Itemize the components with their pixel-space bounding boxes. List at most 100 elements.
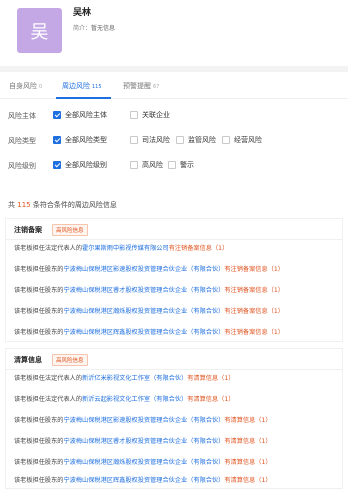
option-label: 警示 bbox=[180, 161, 194, 169]
risk-item: 该老板担任法定代表人的新沂云起影视文化工作室（有限合伙）有清算信息（1） bbox=[14, 394, 235, 403]
risk-tabs: 自身风险 0 周边风险 115 预警提醒 67 bbox=[0, 72, 348, 99]
checkbox-related-companies[interactable]: 关联企业 bbox=[130, 110, 170, 120]
item-prefix: 该老板担任法定代表人的 bbox=[14, 245, 83, 252]
company-link[interactable]: 宁波梅山保税港区瀚烁股权投资管理合伙企业（有限合伙） bbox=[64, 308, 225, 315]
section-title: 注销备案 bbox=[14, 226, 42, 234]
filter-label: 风险主体 bbox=[8, 112, 36, 120]
checkbox-icon bbox=[53, 161, 61, 169]
checkbox-icon bbox=[130, 136, 138, 144]
checkbox-operating-risk[interactable]: 经营风险 bbox=[222, 135, 262, 145]
item-prefix: 该老板担任股东的 bbox=[14, 308, 64, 315]
company-link[interactable]: 霍尔果斯雨中影视传媒有限公司 bbox=[82, 245, 169, 252]
tab-label: 周边风险 bbox=[62, 82, 90, 90]
item-prefix: 该老板担任股东的 bbox=[14, 417, 64, 424]
risk-status[interactable]: 有注销备案信息（1） bbox=[169, 245, 229, 252]
risk-status[interactable]: 有清算信息（1） bbox=[224, 417, 271, 424]
item-prefix: 该老板担任法定代表人的 bbox=[14, 375, 83, 382]
risk-status[interactable]: 有注销备案信息（1） bbox=[224, 308, 284, 315]
item-prefix: 该老板担任法定代表人的 bbox=[14, 396, 83, 403]
high-risk-badge: 高风险信息 bbox=[52, 224, 88, 236]
checkbox-warning[interactable]: 警示 bbox=[168, 160, 194, 170]
filter-risk-subject: 风险主体 全部风险主体 关联企业 bbox=[8, 110, 343, 122]
risk-status[interactable]: 有清算信息（1） bbox=[187, 396, 234, 403]
risk-item: 该老板担任股东的宁波梅山保税港区瀚烁股权投资管理合伙企业（有限合伙）有清算信息（… bbox=[14, 457, 272, 466]
checkbox-icon bbox=[176, 136, 184, 144]
summary-count: 115 bbox=[17, 201, 31, 209]
checkbox-icon bbox=[222, 136, 230, 144]
intro-value: 暂无信息 bbox=[91, 25, 116, 32]
item-prefix: 该老板担任股东的 bbox=[14, 438, 64, 445]
company-link[interactable]: 宁波梅山保税港区影速股权投资管理合伙企业（有限合伙） bbox=[64, 417, 225, 424]
risk-item: 该老板担任股东的宁波梅山保税港区辉鑫股权投资管理合伙企业（有限合伙）有清算信息（… bbox=[14, 475, 272, 484]
tab-label: 预警提醒 bbox=[123, 82, 151, 90]
company-link[interactable]: 宁波梅山保税港区瀚烁股权投资管理合伙企业（有限合伙） bbox=[64, 459, 225, 466]
option-label: 全部风险类型 bbox=[65, 136, 107, 144]
item-prefix: 该老板担任股东的 bbox=[14, 287, 64, 294]
section-title: 清算信息 bbox=[14, 356, 42, 364]
option-label: 全部风险主体 bbox=[65, 111, 107, 119]
risk-status[interactable]: 有清算信息（1） bbox=[224, 438, 271, 445]
high-risk-badge: 高风险信息 bbox=[52, 354, 88, 366]
option-label: 关联企业 bbox=[142, 111, 170, 119]
option-label: 经营风险 bbox=[234, 136, 262, 144]
tab-count: 115 bbox=[92, 84, 102, 90]
checkbox-all-types[interactable]: 全部风险类型 bbox=[53, 135, 107, 145]
risk-item: 该老板担任股东的宁波梅山保税港区辉鑫股权投资管理合伙企业（有限合伙）有注销备案信… bbox=[14, 327, 284, 336]
tab-warning[interactable]: 预警提醒 67 bbox=[123, 81, 159, 91]
risk-status[interactable]: 有注销备案信息（1） bbox=[224, 287, 284, 294]
summary-suffix: 条符合条件的周边风险信息 bbox=[32, 201, 117, 209]
risk-status[interactable]: 有清算信息（1） bbox=[224, 477, 271, 484]
filter-risk-type: 风险类型 全部风险类型 司法风险 监管风险 经营风险 bbox=[8, 135, 343, 147]
option-label: 司法风险 bbox=[142, 136, 170, 144]
filter-label: 风险类型 bbox=[8, 137, 36, 145]
risk-item: 该老板担任法定代表人的新沂亿米影视文化工作室（有限合伙）有清算信息（1） bbox=[14, 373, 235, 382]
item-prefix: 该老板担任股东的 bbox=[14, 266, 64, 273]
risk-status[interactable]: 有注销备案信息（1） bbox=[224, 329, 284, 336]
checkbox-regulatory-risk[interactable]: 监管风险 bbox=[176, 135, 216, 145]
risk-item: 该老板担任股东的宁波梅山保税港区睿才股权投资管理合伙企业（有限合伙）有注销备案信… bbox=[14, 285, 284, 294]
section-liquidation-info: 清算信息 高风险信息 该老板担任法定代表人的新沂亿米影视文化工作室（有限合伙）有… bbox=[5, 348, 343, 489]
tab-surrounding-risk[interactable]: 周边风险 115 bbox=[62, 81, 102, 91]
active-tab-indicator bbox=[56, 97, 111, 99]
risk-status[interactable]: 有清算信息（1） bbox=[224, 459, 271, 466]
tab-label: 自身风险 bbox=[9, 82, 37, 90]
tab-count: 0 bbox=[39, 84, 43, 90]
option-label: 监管风险 bbox=[188, 136, 216, 144]
company-link[interactable]: 宁波梅山保税港区辉鑫股权投资管理合伙企业（有限合伙） bbox=[64, 329, 225, 336]
risk-status[interactable]: 有注销备案信息（1） bbox=[224, 266, 284, 273]
option-label: 高风险 bbox=[142, 161, 163, 169]
profile-header: 吴 吴林 简介：暂无信息 bbox=[0, 0, 348, 69]
avatar: 吴 bbox=[17, 8, 62, 53]
checkbox-judicial-risk[interactable]: 司法风险 bbox=[130, 135, 170, 145]
checkbox-icon bbox=[130, 161, 138, 169]
divider bbox=[6, 239, 342, 240]
item-prefix: 该老板担任股东的 bbox=[14, 459, 64, 466]
checkbox-icon bbox=[168, 161, 176, 169]
risk-item: 该老板担任股东的宁波梅山保税港区影速股权投资管理合伙企业（有限合伙）有注销备案信… bbox=[14, 264, 284, 273]
intro-label: 简介： bbox=[73, 25, 92, 32]
risk-status[interactable]: 有清算信息（1） bbox=[187, 375, 234, 382]
tab-count: 67 bbox=[153, 84, 160, 90]
company-link[interactable]: 宁波梅山保税港区睿才股权投资管理合伙企业（有限合伙） bbox=[64, 287, 225, 294]
checkbox-icon bbox=[53, 136, 61, 144]
risk-item: 该老板担任法定代表人的霍尔果斯雨中影视传媒有限公司有注销备案信息（1） bbox=[14, 243, 228, 252]
person-name: 吴林 bbox=[73, 8, 92, 18]
risk-item: 该老板担任股东的宁波梅山保税港区瀚烁股权投资管理合伙企业（有限合伙）有注销备案信… bbox=[14, 306, 284, 315]
checkbox-high-risk[interactable]: 高风险 bbox=[130, 160, 163, 170]
filter-risk-level: 风险级别 全部风险级别 高风险 警示 bbox=[8, 160, 343, 172]
result-summary: 共 115 条符合条件的周边风险信息 bbox=[8, 200, 117, 210]
option-label: 全部风险级别 bbox=[65, 161, 107, 169]
company-link[interactable]: 宁波梅山保税港区辉鑫股权投资管理合伙企业（有限合伙） bbox=[64, 477, 225, 484]
checkbox-icon bbox=[53, 111, 61, 119]
company-link[interactable]: 新沂亿米影视文化工作室（有限合伙） bbox=[82, 375, 187, 382]
checkbox-all-levels[interactable]: 全部风险级别 bbox=[53, 160, 107, 170]
item-prefix: 该老板担任股东的 bbox=[14, 329, 64, 336]
company-link[interactable]: 宁波梅山保税港区影速股权投资管理合伙企业（有限合伙） bbox=[64, 266, 225, 273]
tab-self-risk[interactable]: 自身风险 0 bbox=[9, 81, 42, 91]
checkbox-icon bbox=[130, 111, 138, 119]
checkbox-all-subjects[interactable]: 全部风险主体 bbox=[53, 110, 107, 120]
company-link[interactable]: 宁波梅山保税港区睿才股权投资管理合伙企业（有限合伙） bbox=[64, 438, 225, 445]
section-cancellation-filing: 注销备案 高风险信息 该老板担任法定代表人的霍尔果斯雨中影视传媒有限公司有注销备… bbox=[5, 218, 343, 342]
company-link[interactable]: 新沂云起影视文化工作室（有限合伙） bbox=[82, 396, 187, 403]
risk-item: 该老板担任股东的宁波梅山保税港区睿才股权投资管理合伙企业（有限合伙）有清算信息（… bbox=[14, 436, 272, 445]
